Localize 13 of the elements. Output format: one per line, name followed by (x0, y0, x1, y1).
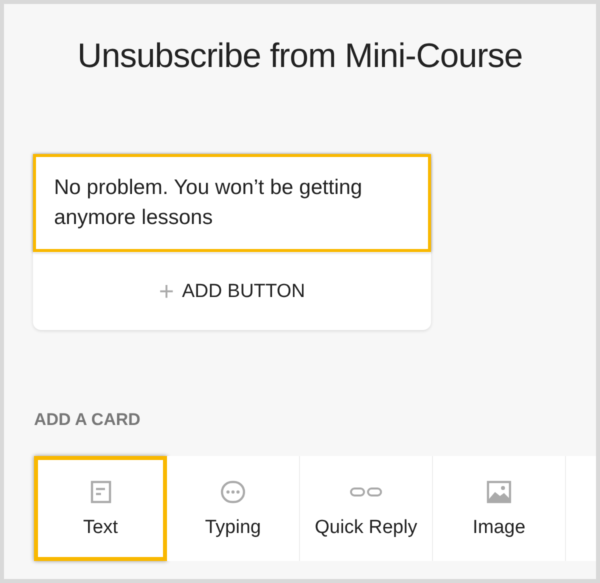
card-type-button[interactable]: Quick Reply (300, 456, 433, 561)
page-title: Unsubscribe from Mini-Course (76, 36, 524, 77)
section-heading: ADD A CARD (34, 410, 142, 430)
card-type-button[interactable]: Typing (167, 456, 300, 561)
plus-icon: + (158, 276, 174, 307)
document-icon (90, 480, 112, 504)
pill-pair-icon (350, 486, 382, 496)
image-icon (486, 480, 512, 504)
message-text[interactable]: No problem. You won’t be getting anymore lessons (33, 154, 431, 252)
card-type-button[interactable]: Text (34, 456, 167, 561)
card-type-button[interactable]: Image (433, 456, 566, 561)
chat-bubble-icon (220, 480, 246, 504)
add-button[interactable]: + ADD BUTTON (33, 252, 431, 330)
